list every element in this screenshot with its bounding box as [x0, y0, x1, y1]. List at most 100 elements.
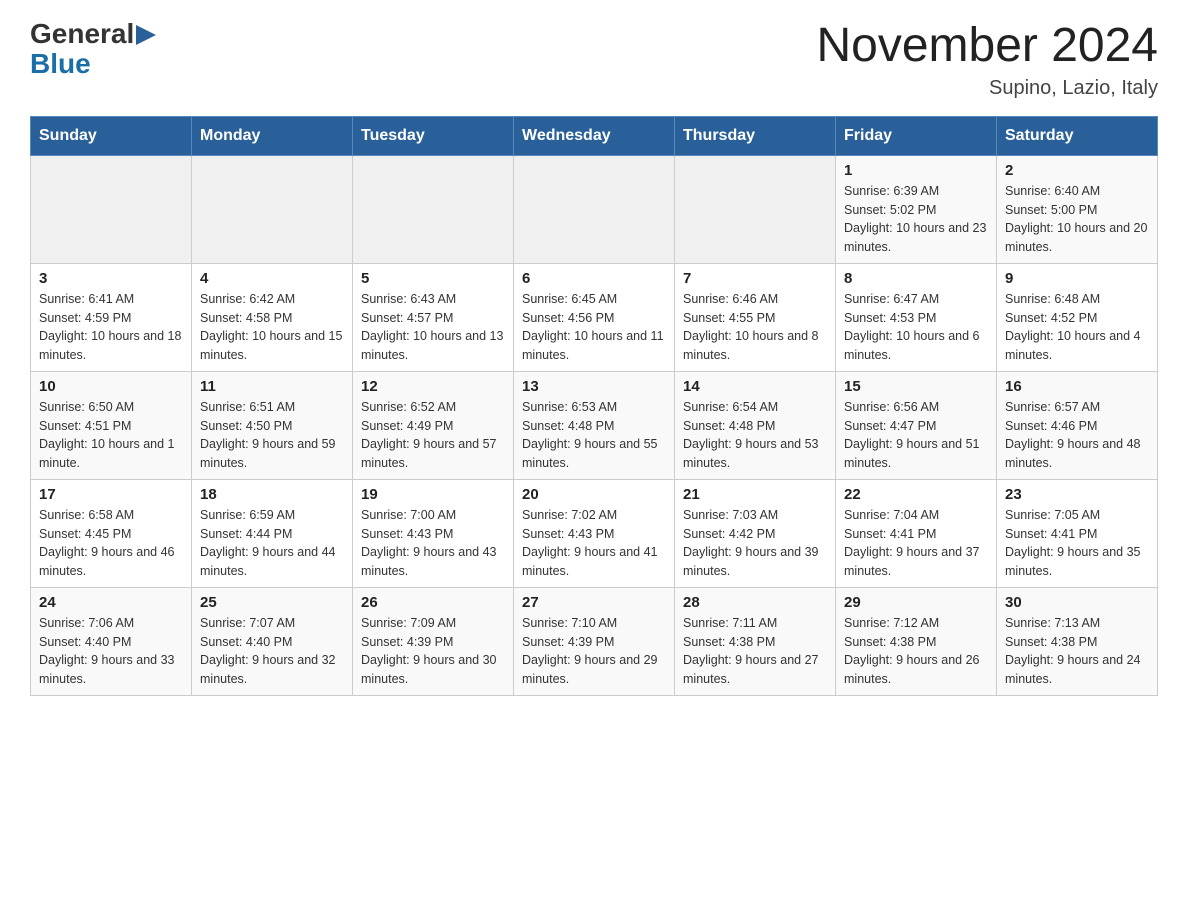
- calendar-cell: 3 Sunrise: 6:41 AMSunset: 4:59 PMDaylight…: [31, 263, 192, 371]
- day-number: 23: [1005, 486, 1149, 503]
- calendar-cell: 1Sunrise: 6:39 AMSunset: 5:02 PMDaylight…: [836, 155, 997, 263]
- calendar-cell: 8 Sunrise: 6:47 AMSunset: 4:53 PMDaylight…: [836, 263, 997, 371]
- day-info: Sunrise: 6:48 AMSunset: 4:52 PMDaylight:…: [1005, 290, 1149, 365]
- day-info: Sunrise: 6:54 AMSunset: 4:48 PMDaylight:…: [683, 398, 827, 473]
- day-info: Sunrise: 6:50 AMSunset: 4:51 PMDaylight:…: [39, 398, 183, 473]
- logo-triangle-icon: [136, 25, 156, 45]
- location-text: Supino, Lazio, Italy: [816, 77, 1158, 100]
- calendar-cell: 24 Sunrise: 7:06 AMSunset: 4:40 PMDayligh…: [31, 587, 192, 695]
- day-info: Sunrise: 6:47 AMSunset: 4:53 PMDaylight:…: [844, 290, 988, 365]
- logo: General Blue: [30, 20, 156, 80]
- logo-general-text: General: [30, 20, 134, 48]
- day-info: Sunrise: 7:03 AMSunset: 4:42 PMDaylight:…: [683, 506, 827, 581]
- day-info: Sunrise: 6:52 AMSunset: 4:49 PMDaylight:…: [361, 398, 505, 473]
- day-number: 21: [683, 486, 827, 503]
- calendar-cell: 27 Sunrise: 7:10 AMSunset: 4:39 PMDayligh…: [514, 587, 675, 695]
- calendar-cell: [514, 155, 675, 263]
- day-info: Sunrise: 6:51 AMSunset: 4:50 PMDaylight:…: [200, 398, 344, 473]
- day-number: 24: [39, 594, 183, 611]
- day-number: 19: [361, 486, 505, 503]
- day-info: Sunrise: 7:05 AMSunset: 4:41 PMDaylight:…: [1005, 506, 1149, 581]
- day-number: 7: [683, 270, 827, 287]
- calendar-cell: 15 Sunrise: 6:56 AMSunset: 4:47 PMDayligh…: [836, 371, 997, 479]
- weekday-header-friday: Friday: [836, 116, 997, 155]
- day-info: Sunrise: 7:11 AMSunset: 4:38 PMDaylight:…: [683, 614, 827, 689]
- calendar-cell: 14 Sunrise: 6:54 AMSunset: 4:48 PMDayligh…: [675, 371, 836, 479]
- day-number: 2: [1005, 162, 1149, 179]
- day-number: 28: [683, 594, 827, 611]
- day-number: 13: [522, 378, 666, 395]
- day-info: Sunrise: 7:12 AMSunset: 4:38 PMDaylight:…: [844, 614, 988, 689]
- day-number: 12: [361, 378, 505, 395]
- calendar-cell: 22 Sunrise: 7:04 AMSunset: 4:41 PMDayligh…: [836, 479, 997, 587]
- day-info: Sunrise: 7:06 AMSunset: 4:40 PMDaylight:…: [39, 614, 183, 689]
- day-info: Sunrise: 6:58 AMSunset: 4:45 PMDaylight:…: [39, 506, 183, 581]
- day-number: 1: [844, 162, 988, 179]
- calendar-cell: 11Sunrise: 6:51 AMSunset: 4:50 PMDayligh…: [192, 371, 353, 479]
- day-info: Sunrise: 7:02 AMSunset: 4:43 PMDaylight:…: [522, 506, 666, 581]
- calendar-cell: 29Sunrise: 7:12 AMSunset: 4:38 PMDayligh…: [836, 587, 997, 695]
- calendar-cell: 18 Sunrise: 6:59 AMSunset: 4:44 PMDayligh…: [192, 479, 353, 587]
- calendar-cell: 20 Sunrise: 7:02 AMSunset: 4:43 PMDayligh…: [514, 479, 675, 587]
- weekday-header-tuesday: Tuesday: [353, 116, 514, 155]
- weekday-header-thursday: Thursday: [675, 116, 836, 155]
- weekday-header-wednesday: Wednesday: [514, 116, 675, 155]
- day-info: Sunrise: 6:41 AMSunset: 4:59 PMDaylight:…: [39, 290, 183, 365]
- day-number: 30: [1005, 594, 1149, 611]
- day-info: Sunrise: 6:57 AMSunset: 4:46 PMDaylight:…: [1005, 398, 1149, 473]
- day-info: Sunrise: 7:09 AMSunset: 4:39 PMDaylight:…: [361, 614, 505, 689]
- calendar-cell: 17Sunrise: 6:58 AMSunset: 4:45 PMDayligh…: [31, 479, 192, 587]
- calendar-cell: 26 Sunrise: 7:09 AMSunset: 4:39 PMDayligh…: [353, 587, 514, 695]
- day-info: Sunrise: 6:40 AMSunset: 5:00 PMDaylight:…: [1005, 182, 1149, 257]
- page-header: General Blue November 2024 Supino, Lazio…: [30, 20, 1158, 100]
- week-row-1: 1Sunrise: 6:39 AMSunset: 5:02 PMDaylight…: [31, 155, 1158, 263]
- day-info: Sunrise: 7:13 AMSunset: 4:38 PMDaylight:…: [1005, 614, 1149, 689]
- day-number: 25: [200, 594, 344, 611]
- calendar-cell: 5 Sunrise: 6:43 AMSunset: 4:57 PMDaylight…: [353, 263, 514, 371]
- day-number: 27: [522, 594, 666, 611]
- calendar-cell: 21 Sunrise: 7:03 AMSunset: 4:42 PMDayligh…: [675, 479, 836, 587]
- title-area: November 2024 Supino, Lazio, Italy: [816, 20, 1158, 100]
- calendar-cell: 6Sunrise: 6:45 AMSunset: 4:56 PMDaylight…: [514, 263, 675, 371]
- week-row-3: 10 Sunrise: 6:50 AMSunset: 4:51 PMDayligh…: [31, 371, 1158, 479]
- logo-blue-text: Blue: [30, 48, 91, 80]
- weekday-header-monday: Monday: [192, 116, 353, 155]
- calendar-cell: 16 Sunrise: 6:57 AMSunset: 4:46 PMDayligh…: [997, 371, 1158, 479]
- week-row-4: 17Sunrise: 6:58 AMSunset: 4:45 PMDayligh…: [31, 479, 1158, 587]
- calendar-cell: 9Sunrise: 6:48 AMSunset: 4:52 PMDaylight…: [997, 263, 1158, 371]
- calendar-cell: [353, 155, 514, 263]
- calendar-cell: 2 Sunrise: 6:40 AMSunset: 5:00 PMDaylight…: [997, 155, 1158, 263]
- day-number: 10: [39, 378, 183, 395]
- weekday-header-saturday: Saturday: [997, 116, 1158, 155]
- day-number: 18: [200, 486, 344, 503]
- calendar-cell: 7 Sunrise: 6:46 AMSunset: 4:55 PMDaylight…: [675, 263, 836, 371]
- month-title: November 2024: [816, 20, 1158, 73]
- day-number: 5: [361, 270, 505, 287]
- day-info: Sunrise: 6:43 AMSunset: 4:57 PMDaylight:…: [361, 290, 505, 365]
- day-number: 8: [844, 270, 988, 287]
- calendar-cell: 25 Sunrise: 7:07 AMSunset: 4:40 PMDayligh…: [192, 587, 353, 695]
- day-info: Sunrise: 6:46 AMSunset: 4:55 PMDaylight:…: [683, 290, 827, 365]
- day-number: 26: [361, 594, 505, 611]
- calendar-cell: [192, 155, 353, 263]
- day-number: 20: [522, 486, 666, 503]
- day-info: Sunrise: 7:10 AMSunset: 4:39 PMDaylight:…: [522, 614, 666, 689]
- day-info: Sunrise: 7:00 AMSunset: 4:43 PMDaylight:…: [361, 506, 505, 581]
- day-number: 22: [844, 486, 988, 503]
- weekday-header-sunday: Sunday: [31, 116, 192, 155]
- day-number: 16: [1005, 378, 1149, 395]
- day-number: 3: [39, 270, 183, 287]
- calendar-cell: 28 Sunrise: 7:11 AMSunset: 4:38 PMDayligh…: [675, 587, 836, 695]
- day-number: 14: [683, 378, 827, 395]
- calendar-table: SundayMondayTuesdayWednesdayThursdayFrid…: [30, 116, 1158, 696]
- day-info: Sunrise: 6:53 AMSunset: 4:48 PMDaylight:…: [522, 398, 666, 473]
- day-info: Sunrise: 6:42 AMSunset: 4:58 PMDaylight:…: [200, 290, 344, 365]
- day-info: Sunrise: 6:56 AMSunset: 4:47 PMDaylight:…: [844, 398, 988, 473]
- day-number: 4: [200, 270, 344, 287]
- weekday-header-row: SundayMondayTuesdayWednesdayThursdayFrid…: [31, 116, 1158, 155]
- day-info: Sunrise: 7:07 AMSunset: 4:40 PMDaylight:…: [200, 614, 344, 689]
- calendar-cell: [675, 155, 836, 263]
- day-info: Sunrise: 6:59 AMSunset: 4:44 PMDaylight:…: [200, 506, 344, 581]
- day-info: Sunrise: 7:04 AMSunset: 4:41 PMDaylight:…: [844, 506, 988, 581]
- day-number: 15: [844, 378, 988, 395]
